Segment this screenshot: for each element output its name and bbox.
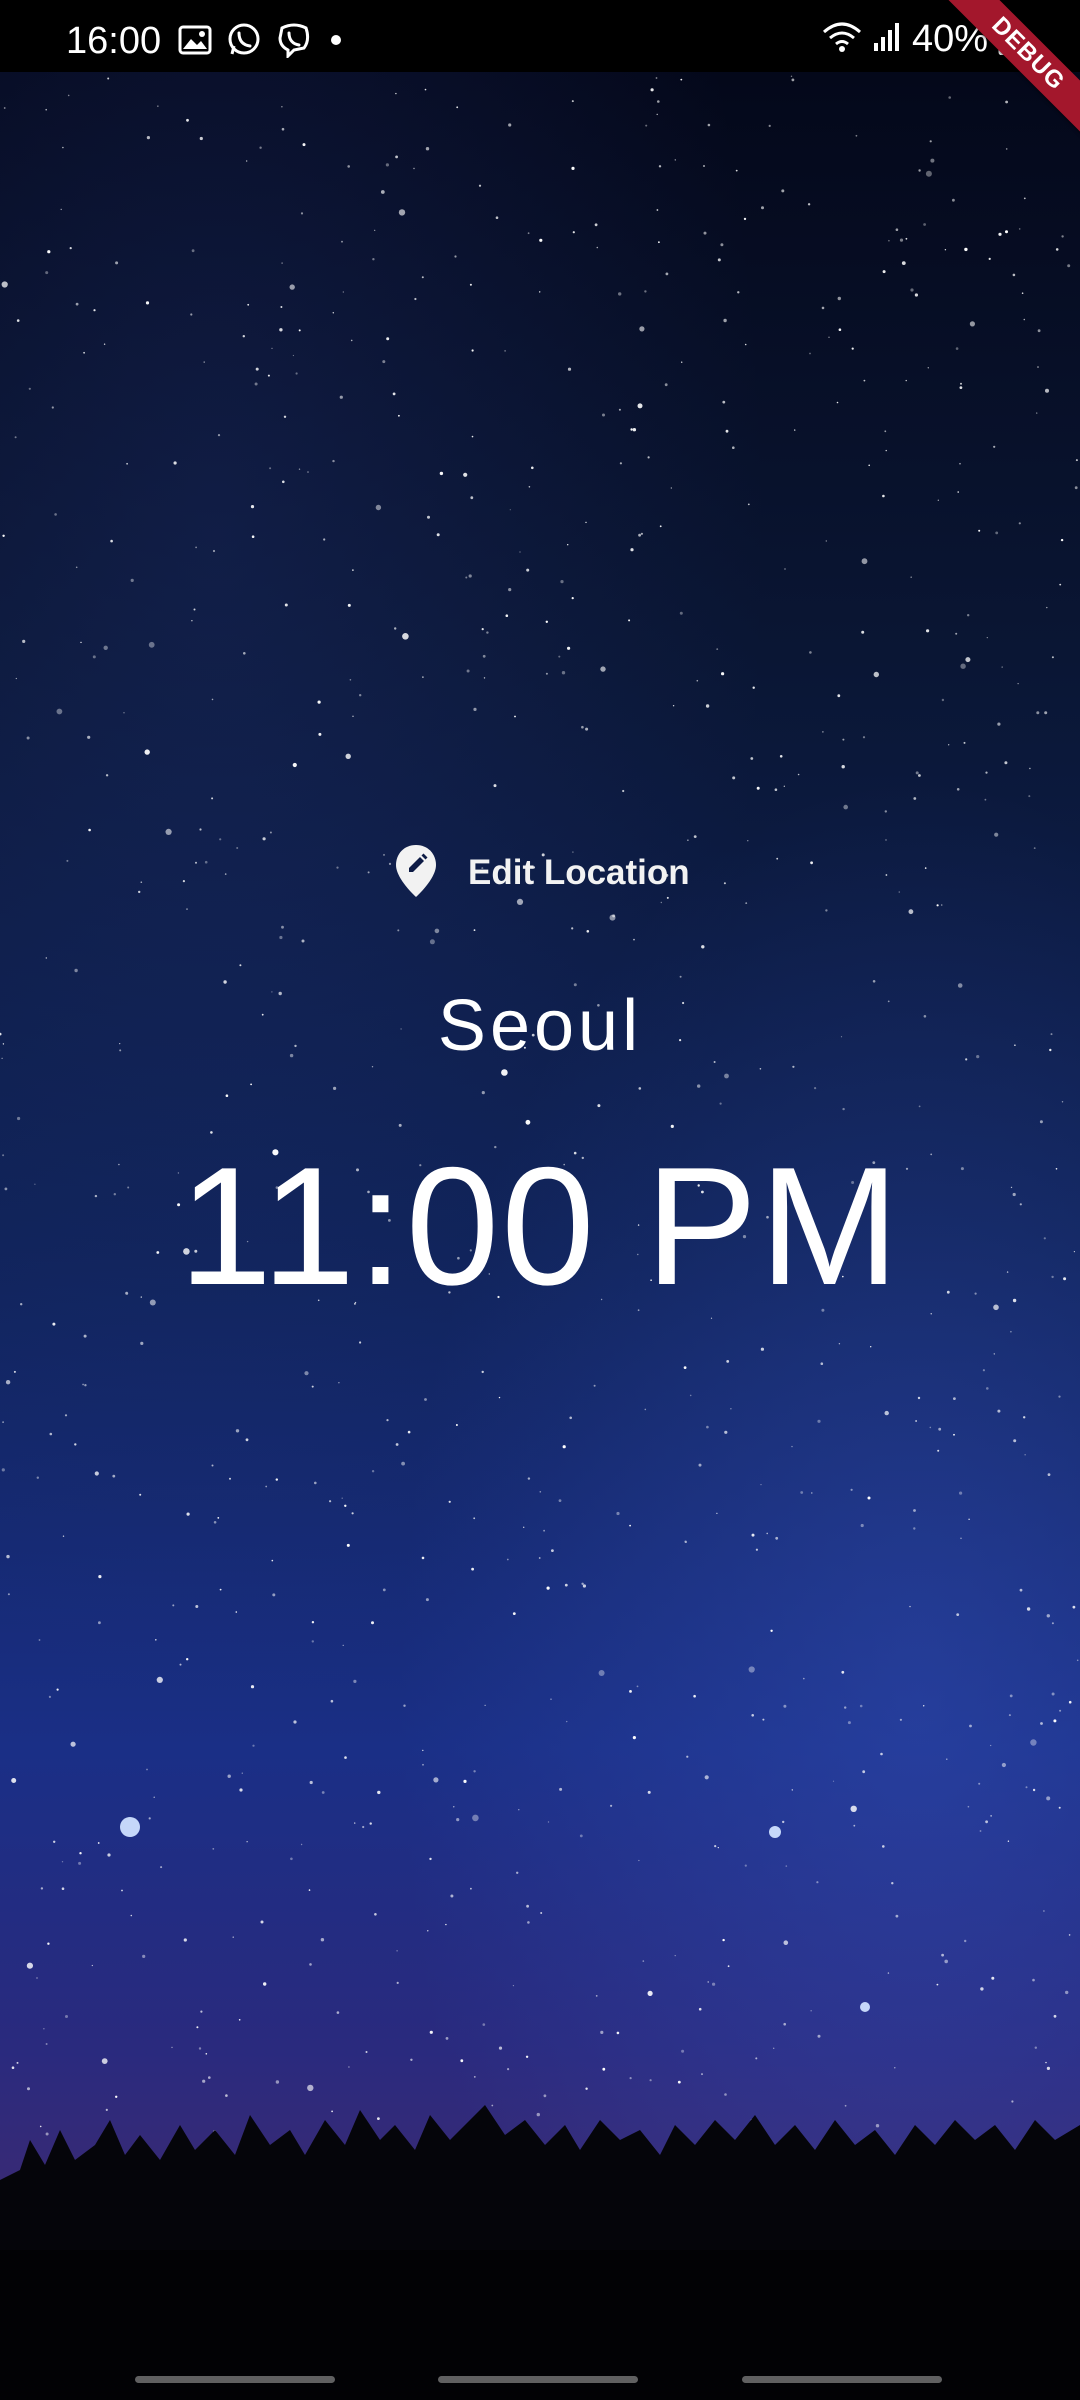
screen: 16:00 40% DEBUG Edit Location Seoul 11:0… — [0, 0, 1080, 2400]
viber-icon — [276, 22, 312, 63]
edit-location-label: Edit Location — [468, 853, 690, 892]
signal-icon — [872, 21, 902, 58]
edit-location-icon — [394, 843, 438, 904]
edit-location-button[interactable]: Edit Location — [394, 842, 690, 904]
nav-handle-center[interactable] — [438, 2376, 638, 2383]
tree-silhouette — [0, 2105, 1080, 2400]
gallery-icon — [178, 25, 212, 60]
dot-icon — [326, 30, 346, 55]
whatsapp-icon — [226, 22, 262, 63]
nav-handle-left[interactable] — [135, 2376, 335, 2383]
city-time: 11:00 PM — [178, 1132, 902, 1320]
wifi-icon — [822, 20, 862, 59]
status-time: 16:00 — [66, 20, 162, 62]
notification-icons — [178, 22, 346, 63]
city-name: Seoul — [437, 986, 643, 1066]
status-bar: 16:00 40% DEBUG — [0, 0, 1080, 145]
nav-handle-right[interactable] — [742, 2376, 942, 2383]
